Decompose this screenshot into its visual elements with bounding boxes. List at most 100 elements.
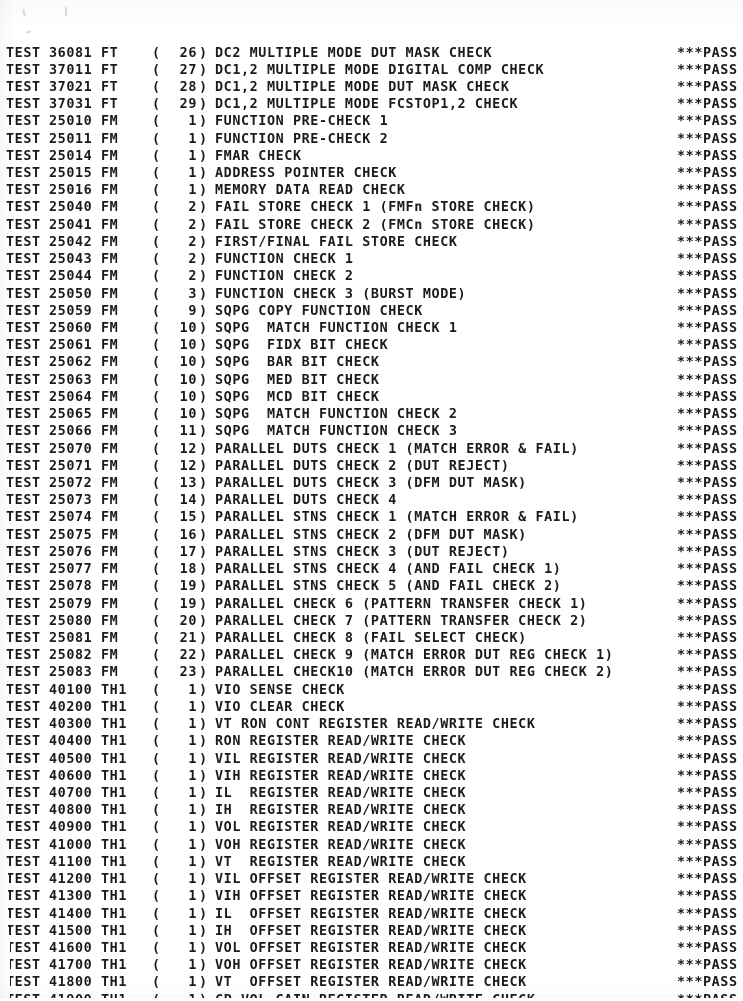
- row-result-badge: ***PASS: [677, 183, 738, 199]
- row-sequence: 1: [188, 734, 197, 750]
- test-result-row: TEST 25078 FM (19) PARALLEL STNS CHECK 5 (AN…: [0, 579, 743, 596]
- test-result-row: TEST 40600 TH1 (1) VIH REGISTER READ/WRITE C…: [4, 768, 743, 786]
- row-description: VIO CLEAR CHECK: [215, 699, 345, 715]
- row-paren-close: ): [199, 906, 208, 922]
- test-result-row: TEST 40400 TH1 (1) RON REGISTER READ/WRITE C…: [2, 734, 743, 751]
- row-sequence: 10: [179, 338, 197, 354]
- row-paren-open: (: [152, 699, 161, 715]
- row-label: TEST: [6, 768, 41, 784]
- row-paren-open: (: [152, 372, 161, 388]
- row-sequence: 1: [188, 682, 197, 698]
- row-description: FUNCTION CHECK 2: [215, 269, 354, 285]
- row-unit: TH1: [101, 906, 127, 922]
- row-label: TEST: [6, 372, 41, 388]
- test-result-row: TEST 25077 FM (18) PARALLEL STNS CHECK 4 (AN…: [0, 562, 743, 579]
- row-paren-open: (: [152, 992, 161, 1001]
- test-result-row: TEST 25066 FM (11) SQPG MATCH FUNCTION CHECK…: [0, 424, 743, 441]
- row-result-badge: ***PASS: [677, 79, 738, 95]
- row-sequence: 10: [179, 372, 197, 388]
- row-unit: FM: [101, 321, 119, 337]
- row-paren-close: ): [199, 183, 208, 199]
- row-label: TEST: [6, 355, 41, 371]
- test-result-row: TEST 40700 TH1 (1) IL REGISTER READ/WRITE CH…: [4, 785, 743, 803]
- row-label: TEST: [6, 424, 41, 440]
- row-paren-close: ): [199, 958, 208, 974]
- row-paren-open: (: [152, 79, 161, 95]
- row-sequence: 28: [179, 79, 197, 95]
- row-unit: FM: [101, 510, 119, 526]
- row-paren-open: (: [152, 217, 161, 233]
- row-unit: TH1: [101, 768, 127, 784]
- row-sequence: 22: [179, 648, 197, 664]
- row-result-badge: ***PASS: [677, 682, 738, 698]
- row-description: VIH REGISTER READ/WRITE CHECK: [215, 768, 467, 784]
- row-label: TEST: [6, 148, 41, 164]
- row-unit: TH1: [101, 717, 127, 733]
- row-description: PARALLEL STNS CHECK 2 (DFM DUT MASK): [215, 527, 527, 543]
- row-label: TEST: [6, 200, 41, 216]
- row-label: TEST: [6, 493, 41, 509]
- test-result-row: TEST 25043 FM (2) FUNCTION CHECK 1 ***PASS: [0, 252, 743, 269]
- row-paren-open: (: [152, 785, 161, 801]
- row-test-number: 40700: [49, 785, 93, 801]
- row-label: TEST: [6, 630, 41, 646]
- row-description: SQPG MCD BIT CHECK: [215, 389, 380, 405]
- row-result-badge: ***PASS: [677, 803, 738, 819]
- row-description: VOH REGISTER READ/WRITE CHECK: [215, 837, 467, 853]
- row-test-number: 41700: [49, 958, 93, 974]
- row-test-number: 41600: [49, 940, 93, 956]
- row-paren-close: ): [199, 872, 208, 888]
- row-label: TEST: [6, 872, 41, 888]
- row-test-number: 25081: [49, 630, 93, 646]
- row-paren-close: ): [199, 544, 208, 560]
- row-paren-close: ): [199, 785, 208, 801]
- row-unit: FM: [101, 355, 119, 371]
- row-sequence: 1: [188, 699, 197, 715]
- row-paren-open: (: [152, 338, 161, 354]
- row-description: PARALLEL STNS CHECK 1 (MATCH ERROR & FAI…: [215, 510, 579, 526]
- row-unit: FM: [101, 458, 119, 474]
- row-result-badge: ***PASS: [677, 975, 738, 991]
- row-sequence: 26: [179, 45, 197, 61]
- row-sequence: 1: [188, 166, 197, 182]
- row-unit: TH1: [101, 837, 127, 853]
- row-label: TEST: [6, 544, 41, 560]
- row-label: TEST: [6, 992, 41, 1001]
- test-result-row: TEST 25010 FM (1) FUNCTION PRE-CHECK 1 ***PAS…: [0, 114, 743, 131]
- row-test-number: 25044: [49, 269, 93, 285]
- row-test-number: 25042: [49, 234, 93, 250]
- row-result-badge: ***PASS: [677, 613, 738, 629]
- test-result-row: TEST 40100 TH1 (1) VIO SENSE CHECK ***PASS: [0, 683, 743, 700]
- row-paren-close: ): [199, 252, 208, 268]
- row-label: TEST: [6, 407, 41, 423]
- row-test-number: 37031: [49, 97, 93, 113]
- row-description: RON REGISTER READ/WRITE CHECK: [215, 734, 467, 750]
- test-result-row: TEST 25062 FM (10) SQPG BAR BIT CHECK ***PASS: [0, 355, 743, 372]
- row-test-number: 36081: [49, 45, 93, 61]
- row-label: TEST: [6, 906, 41, 922]
- row-description: PARALLEL DUTS CHECK 1 (MATCH ERROR & FAI…: [215, 441, 579, 457]
- test-result-row: TEST 36081 FT (26) DC2 MULTIPLE MODE DUT MAS…: [0, 46, 743, 63]
- row-result-badge: ***PASS: [677, 424, 738, 440]
- row-description: FMAR CHECK: [215, 148, 302, 164]
- row-test-number: 40900: [49, 820, 93, 836]
- row-test-number: 25064: [49, 389, 93, 405]
- row-paren-open: (: [152, 768, 161, 784]
- row-description: SQPG MATCH FUNCTION CHECK 1: [215, 321, 458, 337]
- row-test-number: 25080: [49, 613, 93, 629]
- row-sequence: 14: [179, 493, 197, 509]
- row-paren-open: (: [152, 803, 161, 819]
- row-test-number: 25059: [49, 303, 93, 319]
- row-label: TEST: [6, 114, 41, 130]
- row-sequence: 17: [179, 544, 197, 560]
- row-description: VOH OFFSET REGISTER READ/WRITE CHECK: [215, 958, 527, 974]
- row-result-badge: ***PASS: [677, 252, 738, 268]
- row-unit: FM: [101, 579, 119, 595]
- row-label: TEST: [6, 682, 41, 698]
- row-description: VT OFFSET REGISTER READ/WRITE CHECK: [215, 975, 527, 991]
- row-result-badge: ***PASS: [677, 407, 738, 423]
- row-paren-close: ): [199, 441, 208, 457]
- row-description: VOL OFFSET REGISTER READ/WRITE CHECK: [215, 940, 527, 956]
- test-result-row: TEST 25011 FM (1) FUNCTION PRE-CHECK 2 ***PAS…: [0, 132, 743, 149]
- row-test-number: 25014: [49, 148, 93, 164]
